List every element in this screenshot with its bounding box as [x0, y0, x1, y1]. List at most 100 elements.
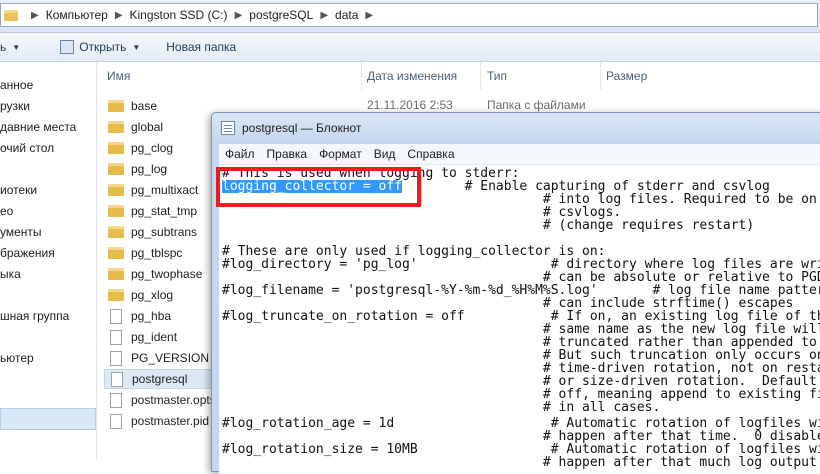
list-item[interactable]: PG_VERSION	[104, 348, 209, 368]
address-bar[interactable]: ▶ Компьютер ▶ Kingston SSD (C:) ▶ postgr…	[0, 3, 818, 27]
file-name: postmaster.pid	[131, 414, 210, 428]
list-item[interactable]: pg_twophase	[104, 264, 202, 284]
folder-icon	[108, 142, 124, 154]
breadcrumb-postgresql[interactable]: postgreSQL	[249, 8, 313, 22]
dropdown-arrow-icon: ▼	[132, 42, 141, 52]
nav-item-video[interactable]: ео	[0, 204, 13, 218]
file-name: pg_hba	[131, 309, 172, 323]
notepad-titlebar[interactable]: postgresql — Блокнот	[212, 113, 820, 143]
text-line: # happen after that much log output.	[222, 455, 820, 470]
nav-item-favorites[interactable]: анное	[0, 78, 33, 92]
folder-icon	[108, 205, 124, 217]
file-icon	[110, 329, 122, 345]
list-item[interactable]: postmaster.opts	[104, 390, 216, 410]
chevron-right-icon[interactable]: ▶	[115, 10, 123, 21]
folder-icon	[108, 289, 124, 301]
dropdown-arrow-icon: ▼	[12, 42, 21, 52]
file-icon	[110, 392, 122, 408]
column-divider[interactable]	[600, 62, 601, 90]
file-name: postmaster.opts	[131, 393, 216, 407]
file-icon	[110, 413, 122, 429]
file-name: pg_log	[131, 162, 168, 176]
folder-icon	[4, 9, 18, 21]
list-item[interactable]: base	[104, 96, 157, 116]
column-header-size[interactable]: Размер	[606, 69, 647, 83]
navigation-pane: анное рузки давние места очий стол иотек…	[0, 62, 97, 460]
organize-label: ь	[0, 40, 7, 54]
breadcrumb-data[interactable]: data	[335, 8, 358, 22]
file-name: pg_ident	[131, 330, 178, 344]
new-folder-button[interactable]: Новая папка	[166, 40, 236, 54]
file-name: global	[131, 120, 164, 134]
nav-item-documents[interactable]: ументы	[0, 225, 42, 239]
menu-view[interactable]: Вид	[368, 147, 402, 161]
file-name: pg_tblspc	[131, 246, 183, 260]
list-item[interactable]: global	[104, 117, 163, 137]
column-divider[interactable]	[361, 62, 362, 90]
notepad-title: postgresql — Блокнот	[242, 121, 362, 135]
nav-item-downloads[interactable]: рузки	[0, 99, 30, 113]
list-item[interactable]: pg_clog	[104, 138, 173, 158]
file-icon	[110, 308, 122, 324]
column-header-type[interactable]: Тип	[487, 69, 507, 83]
file-name: postgresql	[132, 372, 188, 386]
chevron-right-icon[interactable]: ▶	[235, 10, 243, 21]
nav-item-pictures[interactable]: бражения	[0, 246, 55, 260]
list-item[interactable]: pg_stat_tmp	[104, 201, 197, 221]
list-item[interactable]: postmaster.pid	[104, 411, 209, 431]
notepad-text-area[interactable]: # This is used when logging to stderr: l…	[219, 164, 820, 474]
folder-icon	[108, 121, 124, 133]
list-item[interactable]: pg_subtrans	[104, 222, 197, 242]
notepad-icon	[221, 121, 235, 135]
command-bar: ь ▼ Открыть ▼ Новая папка	[0, 33, 820, 62]
nav-selection-highlight	[0, 408, 96, 430]
nav-item-computer[interactable]: ьютер	[0, 351, 34, 365]
list-item[interactable]: pg_xlog	[104, 285, 173, 305]
organize-button[interactable]: ь ▼	[0, 40, 20, 54]
open-icon	[60, 40, 75, 54]
menu-file[interactable]: Файл	[219, 147, 261, 161]
folder-icon	[108, 163, 124, 175]
open-label: Открыть	[79, 40, 127, 54]
menu-help[interactable]: Справка	[401, 147, 460, 161]
list-item[interactable]: pg_hba	[104, 306, 171, 326]
list-item[interactable]: pg_ident	[104, 327, 177, 347]
nav-item-recent-places[interactable]: давние места	[0, 120, 76, 134]
menu-edit[interactable]: Правка	[261, 147, 314, 161]
row-type: Папка с файлами	[487, 98, 586, 112]
nav-item-desktop[interactable]: очий стол	[0, 141, 54, 155]
chevron-right-icon[interactable]: ▶	[320, 10, 328, 21]
column-divider[interactable]	[480, 62, 481, 90]
notepad-window[interactable]: postgresql — Блокнот Файл Правка Формат …	[211, 112, 820, 474]
list-item[interactable]: pg_log	[104, 159, 167, 179]
list-item-selected[interactable]: postgresql	[104, 369, 214, 389]
menu-format[interactable]: Формат	[313, 147, 368, 161]
folder-icon	[108, 184, 124, 196]
column-header-name[interactable]: Имя	[107, 69, 130, 83]
column-header-date[interactable]: Дата изменения	[367, 69, 457, 83]
nav-item-homegroup[interactable]: шная группа	[0, 309, 69, 323]
file-name: PG_VERSION	[131, 351, 210, 365]
file-name: pg_clog	[131, 141, 174, 155]
file-name: pg_twophase	[131, 267, 203, 281]
text-line: # in all cases.	[222, 400, 661, 415]
chevron-right-icon[interactable]: ▶	[31, 10, 39, 21]
open-button[interactable]: Открыть ▼	[60, 40, 140, 54]
nav-item-libraries[interactable]: иотеки	[0, 183, 37, 197]
folder-icon	[108, 226, 124, 238]
breadcrumb-computer[interactable]: Компьютер	[46, 8, 108, 22]
file-name: pg_xlog	[131, 288, 174, 302]
folder-icon	[108, 268, 124, 280]
file-icon	[110, 350, 122, 366]
list-item[interactable]: pg_tblspc	[104, 243, 182, 263]
file-icon	[111, 371, 123, 387]
nav-item-music[interactable]: ыка	[0, 267, 21, 281]
list-item[interactable]: pg_multixact	[104, 180, 198, 200]
row-date: 21.11.2016 2:53	[367, 98, 453, 112]
file-name: pg_stat_tmp	[131, 204, 198, 218]
file-name: pg_multixact	[131, 183, 199, 197]
chevron-right-icon[interactable]: ▶	[365, 10, 373, 21]
breadcrumb-drive[interactable]: Kingston SSD (C:)	[130, 8, 228, 22]
notepad-menubar: Файл Правка Формат Вид Справка	[219, 144, 820, 164]
new-folder-label: Новая папка	[166, 40, 237, 54]
